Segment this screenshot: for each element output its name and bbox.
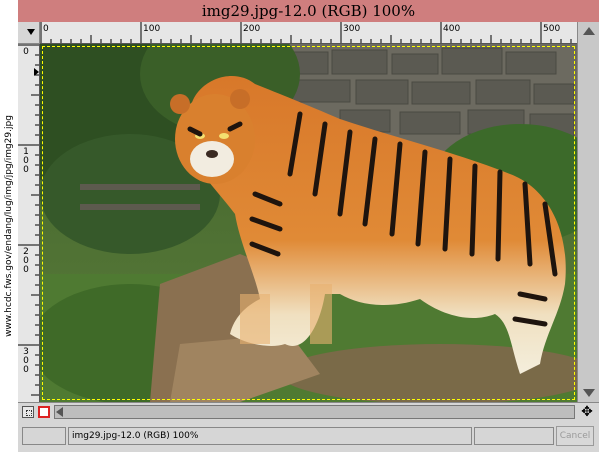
vruler-label-100: 100: [22, 148, 30, 175]
vruler-label-300: 300: [22, 348, 30, 375]
quickmask-on-icon[interactable]: [38, 406, 50, 418]
vruler-label-0: 0: [23, 47, 29, 57]
title-bar[interactable]: img29.jpg-12.0 (RGB) 100%: [18, 0, 599, 23]
hruler-label-0: 0: [43, 24, 49, 34]
window-title: img29.jpg-12.0 (RGB) 100%: [201, 2, 416, 20]
vruler-digit: 0: [23, 165, 29, 175]
cursor-position-field: [22, 427, 66, 445]
menu-triangle-icon: [27, 29, 35, 35]
progress-bar: [474, 427, 554, 445]
hruler-label-100: 100: [143, 24, 161, 34]
scroll-down-arrow-icon[interactable]: [583, 389, 595, 397]
scroll-up-arrow-icon[interactable]: [583, 27, 595, 35]
navigate-icon[interactable]: ✥: [579, 404, 595, 420]
hruler-label-200: 200: [243, 24, 261, 34]
image-canvas[interactable]: [40, 44, 577, 402]
vruler-digit: 0: [23, 265, 29, 275]
image-window: img29.jpg-12.0 (RGB) 100% 0 100 200 300 …: [18, 0, 599, 452]
status-text: img29.jpg-12.0 (RGB) 100%: [68, 427, 472, 445]
vertical-scrollbar[interactable]: [577, 22, 599, 402]
tiger-photo-icon: [40, 44, 577, 402]
vruler-label-200: 200: [22, 248, 30, 275]
hruler-label-400: 400: [443, 24, 461, 34]
status-bar: img29.jpg-12.0 (RGB) 100% Cancel: [18, 422, 599, 452]
hruler-label-300: 300: [343, 24, 361, 34]
hruler-label-500: 500: [543, 24, 561, 34]
side-caption-text: www.hcdc.fws.gov/endang/lug/img/jpg/img2…: [4, 115, 14, 337]
horizontal-scrollbar[interactable]: [54, 405, 575, 419]
scroll-left-arrow-icon[interactable]: [56, 407, 63, 417]
cancel-button[interactable]: Cancel: [556, 426, 594, 446]
horizontal-ruler-ticks: [40, 22, 572, 43]
horizontal-scroll-row: ✥: [18, 402, 599, 422]
quickmask-off-icon[interactable]: [22, 406, 34, 418]
ruler-menu-button[interactable]: [18, 22, 40, 44]
vruler-digit: 0: [23, 365, 29, 375]
horizontal-ruler[interactable]: 0 100 200 300 400 500: [40, 22, 577, 44]
vertical-ruler[interactable]: 0 100 200 300: [18, 44, 40, 402]
side-caption: www.hcdc.fws.gov/endang/lug/img/jpg/img2…: [0, 0, 18, 452]
